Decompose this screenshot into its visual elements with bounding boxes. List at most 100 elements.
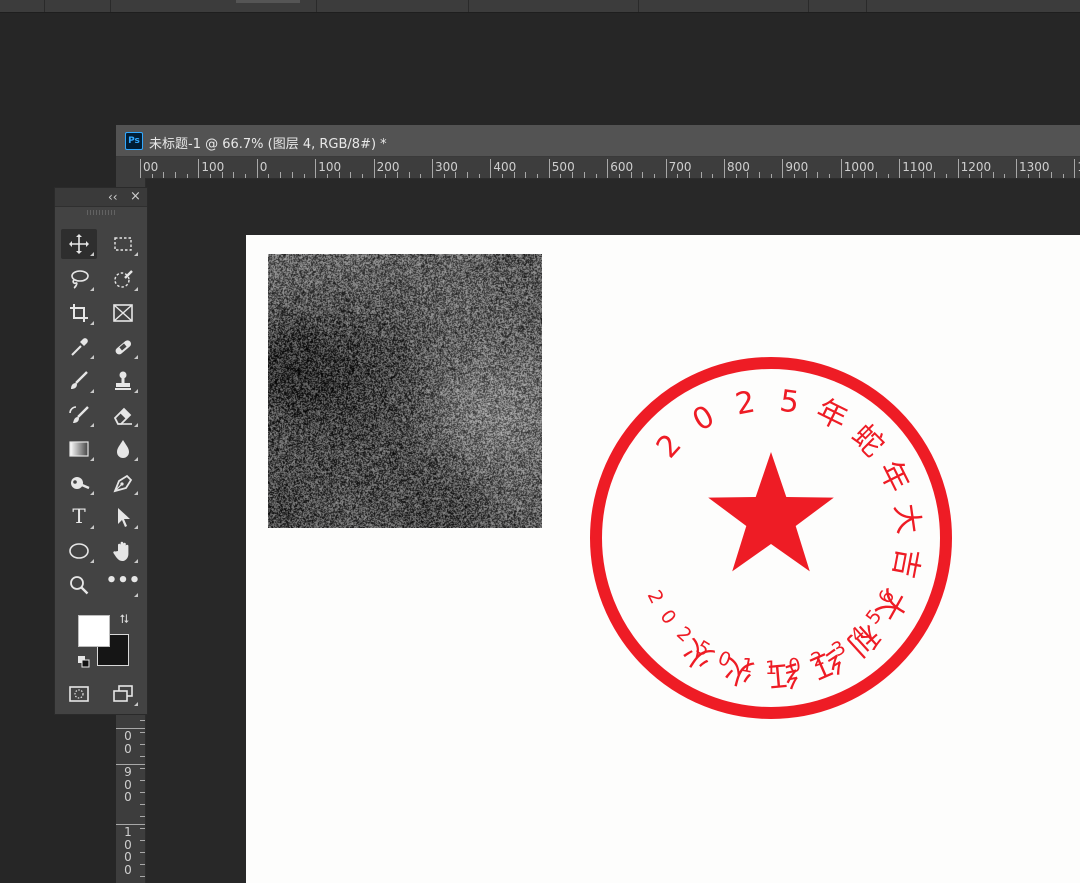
zoom-icon [70,576,89,595]
arrow-icon [118,508,130,527]
options-field[interactable] [236,0,300,3]
stamp-arc-char: 2 [733,385,758,423]
ruler-minor-tick [875,172,877,178]
eyedropper-tool[interactable] [61,332,97,362]
document-title[interactable]: 未标题-1 @ 66.7% (图层 4, RGB/8#) * [149,133,387,152]
tool-group-indicator [134,559,138,563]
crop-tool[interactable] [61,298,97,328]
tool-group-indicator [90,457,94,461]
ruler-minor-tick [980,172,982,178]
ruler-minor-tick [175,172,177,178]
ruler-minor-tick [268,174,270,178]
ruler-major-tick [1074,159,1076,178]
pen-tool[interactable] [105,468,141,498]
close-icon[interactable]: × [130,189,141,204]
ruler-major-tick [1016,159,1017,178]
ruler-label: 0 [124,729,132,743]
tool-group-indicator [134,593,138,597]
ruler-minor-tick [642,172,644,178]
ruler-major-tick [899,159,901,178]
gradient-tool[interactable] [61,434,97,464]
type-tool[interactable]: T [61,502,97,532]
clone-stamp-tool[interactable] [105,366,141,396]
tool-group-indicator [90,321,94,325]
more-tools[interactable]: ••• [105,570,141,600]
ruler-minor-tick [770,174,772,178]
healing-brush-tool[interactable] [105,332,141,362]
tool-group-indicator [134,355,138,359]
eraser-tool[interactable] [105,400,141,430]
ruler-minor-tick [525,172,527,178]
tool-group-indicator [90,252,94,256]
ruler-major-tick [957,159,959,178]
ruler-label: 1000 [843,160,875,174]
ruler-minor-tick [677,174,679,178]
ruler-minor-tick [934,172,936,178]
zoom-tool[interactable] [61,570,97,600]
tool-group-indicator [90,389,94,393]
ruler-minor-tick [759,172,761,178]
move-icon [69,234,89,254]
red-seal-stamp[interactable]: 20 2 5 年蛇年大吉大利红红火火 2025 0 1 1 0 2 3456 [586,353,956,723]
brush-tool[interactable] [61,366,97,396]
ruler-minor-tick [210,174,212,178]
noise-texture-layer[interactable] [268,254,542,528]
tool-group-indicator [90,491,94,495]
ruler-minor-tick [618,174,620,178]
tool-group-indicator [134,525,138,529]
ruler-minor-tick [151,174,153,178]
screen-mode-button[interactable] [105,679,141,709]
ruler-minor-tick [735,174,737,178]
ruler-minor-tick [221,172,223,178]
ruler-minor-tick [887,174,889,178]
ruler-label: 1100 [902,160,933,174]
ruler-minor-tick [140,852,145,853]
ruler-major-tick [724,159,725,178]
panel-grip-handle[interactable] [87,210,115,215]
ruler-minor-tick [140,756,145,757]
options-divider [110,0,111,12]
ruler-label: 9 [124,765,132,779]
tools-panel-header[interactable]: ‹‹ × [55,188,147,207]
ruler-major-tick [256,159,258,178]
ruler-minor-tick [864,172,866,178]
ruler-minor-tick [163,172,165,178]
ruler-minor-tick [140,816,145,817]
ruler-minor-tick [852,174,854,178]
ruler-minor-tick [1062,174,1064,178]
ruler-minor-tick [747,172,749,178]
frame-tool[interactable] [105,298,141,328]
ruler-label: 1300 [1019,160,1050,174]
ruler-minor-tick [338,172,340,178]
horizontal-ruler[interactable]: 00 100 0 100 200 300 400 500 600 700 800 900 1000 110… [116,157,1080,179]
quick-mask-button[interactable] [61,679,97,709]
document-canvas[interactable]: 2025年蛇年大吉大利红红火火 2025011023456 [246,235,1080,883]
swap-colors-icon[interactable]: ⮁ [119,612,129,627]
hand-tool[interactable] [105,536,141,566]
ellipse-tool[interactable] [61,536,97,566]
ruler-major-tick [432,159,433,178]
history-brush-tool[interactable] [61,400,97,430]
document-tab[interactable]: Ps 未标题-1 @ 66.7% (图层 4, RGB/8#) * [116,125,1080,157]
ruler-minor-tick [630,172,632,178]
quick-mask-icon [69,686,89,702]
dodge-tool[interactable] [61,468,97,498]
tool-group-indicator [90,559,94,563]
lasso-tool[interactable] [61,264,97,294]
quick-selection-tool[interactable] [105,264,141,294]
rectangular-marquee-tool[interactable] [105,229,141,259]
tool-group-indicator [134,491,138,495]
foreground-color-swatch[interactable] [78,615,110,647]
path-selection-tool[interactable] [105,502,141,532]
move-tool[interactable] [61,229,97,259]
ruler-label: 0 [124,790,132,804]
ruler-major-tick [782,159,784,178]
options-divider [44,0,45,12]
default-colors-icon[interactable] [78,656,90,668]
ruler-minor-tick [140,780,145,781]
ruler-minor-tick [478,174,480,178]
blur-tool[interactable] [105,434,141,464]
collapse-panel-icon[interactable]: ‹‹ [108,190,118,204]
ruler-minor-tick [537,174,539,178]
tool-group-indicator [90,525,94,529]
